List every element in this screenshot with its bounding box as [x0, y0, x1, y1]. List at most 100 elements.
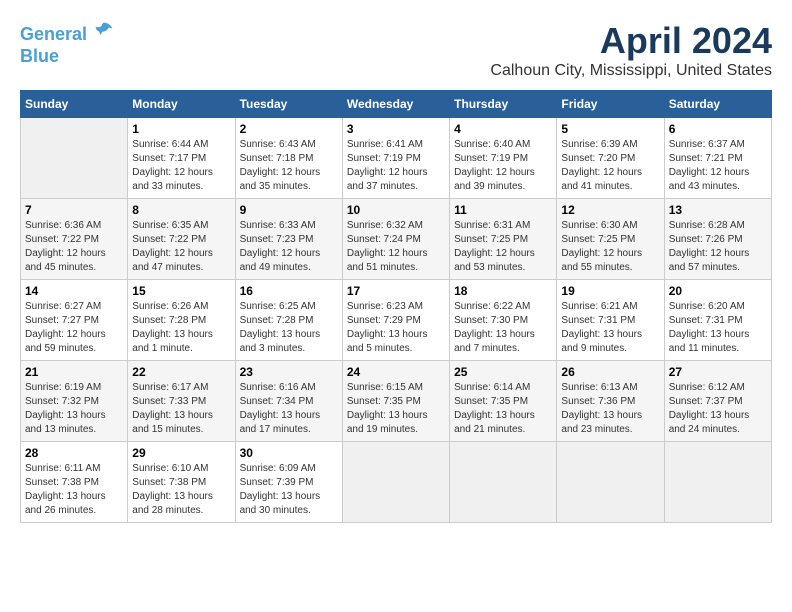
- day-info: Sunrise: 6:32 AMSunset: 7:24 PMDaylight:…: [347, 219, 445, 275]
- day-number: 28: [25, 446, 123, 460]
- day-info: Sunrise: 6:31 AMSunset: 7:25 PMDaylight:…: [454, 219, 552, 275]
- calendar-day-cell: [450, 442, 557, 523]
- day-info: Sunrise: 6:22 AMSunset: 7:30 PMDaylight:…: [454, 300, 552, 356]
- calendar-week-row: 14 Sunrise: 6:27 AMSunset: 7:27 PMDayligh…: [21, 280, 772, 361]
- day-info: Sunrise: 6:43 AMSunset: 7:18 PMDaylight:…: [240, 138, 338, 194]
- logo-blue: Blue: [20, 46, 114, 67]
- day-info: Sunrise: 6:26 AMSunset: 7:28 PMDaylight:…: [132, 300, 230, 356]
- day-info: Sunrise: 6:13 AMSunset: 7:36 PMDaylight:…: [561, 381, 659, 437]
- calendar-day-cell: 8 Sunrise: 6:35 AMSunset: 7:22 PMDaylight…: [128, 199, 235, 280]
- day-info: Sunrise: 6:37 AMSunset: 7:21 PMDaylight:…: [669, 138, 767, 194]
- day-info: Sunrise: 6:09 AMSunset: 7:39 PMDaylight:…: [240, 462, 338, 518]
- day-number: 30: [240, 446, 338, 460]
- calendar-table: SundayMondayTuesdayWednesdayThursdayFrid…: [20, 90, 772, 523]
- page-subtitle: Calhoun City, Mississippi, United States: [490, 62, 772, 80]
- calendar-day-cell: 21Sunrise: 6:19 AMSunset: 7:32 PMDayligh…: [21, 361, 128, 442]
- calendar-day-cell: 16Sunrise: 6:25 AMSunset: 7:28 PMDayligh…: [235, 280, 342, 361]
- logo: General Blue: [20, 20, 114, 67]
- day-info: Sunrise: 6:35 AMSunset: 7:22 PMDaylight:…: [132, 219, 230, 275]
- day-header-wednesday: Wednesday: [342, 91, 449, 118]
- day-number: 17: [347, 284, 445, 298]
- calendar-day-cell: 25 Sunrise: 6:14 AMSunset: 7:35 PMDayligh…: [450, 361, 557, 442]
- day-info: Sunrise: 6:15 AMSunset: 7:35 PMDaylight:…: [347, 381, 445, 437]
- day-number: 3: [347, 122, 445, 136]
- day-number: 12: [561, 203, 659, 217]
- day-number: 15: [132, 284, 230, 298]
- day-number: 14: [25, 284, 123, 298]
- day-info: Sunrise: 6:41 AMSunset: 7:19 PMDaylight:…: [347, 138, 445, 194]
- day-info: Sunrise: 6:40 AMSunset: 7:19 PMDaylight:…: [454, 138, 552, 194]
- calendar-day-cell: 2Sunrise: 6:43 AMSunset: 7:18 PMDaylight…: [235, 118, 342, 199]
- day-info: Sunrise: 6:16 AMSunset: 7:34 PMDaylight:…: [240, 381, 338, 437]
- calendar-day-cell: 10 Sunrise: 6:32 AMSunset: 7:24 PMDayligh…: [342, 199, 449, 280]
- day-number: 29: [132, 446, 230, 460]
- day-number: 10: [347, 203, 445, 217]
- day-number: 24: [347, 365, 445, 379]
- day-number: 4: [454, 122, 552, 136]
- day-header-sunday: Sunday: [21, 91, 128, 118]
- day-number: 20: [669, 284, 767, 298]
- day-info: Sunrise: 6:17 AMSunset: 7:33 PMDaylight:…: [132, 381, 230, 437]
- logo-bird-icon: [94, 20, 114, 40]
- calendar-day-cell: 9 Sunrise: 6:33 AMSunset: 7:23 PMDaylight…: [235, 199, 342, 280]
- day-number: 6: [669, 122, 767, 136]
- title-area: April 2024 Calhoun City, Mississippi, Un…: [490, 20, 772, 80]
- day-info: Sunrise: 6:44 AMSunset: 7:17 PMDaylight:…: [132, 138, 230, 194]
- day-number: 8: [132, 203, 230, 217]
- day-info: Sunrise: 6:36 AMSunset: 7:22 PMDaylight:…: [25, 219, 123, 275]
- day-info: Sunrise: 6:30 AMSunset: 7:25 PMDaylight:…: [561, 219, 659, 275]
- calendar-day-cell: 26 Sunrise: 6:13 AMSunset: 7:36 PMDayligh…: [557, 361, 664, 442]
- calendar-day-cell: 6 Sunrise: 6:37 AMSunset: 7:21 PMDaylight…: [664, 118, 771, 199]
- day-number: 18: [454, 284, 552, 298]
- day-header-thursday: Thursday: [450, 91, 557, 118]
- calendar-day-cell: 7 Sunrise: 6:36 AMSunset: 7:22 PMDaylight…: [21, 199, 128, 280]
- logo-text: General: [20, 20, 114, 46]
- calendar-day-cell: 4 Sunrise: 6:40 AMSunset: 7:19 PMDaylight…: [450, 118, 557, 199]
- calendar-day-cell: 22 Sunrise: 6:17 AMSunset: 7:33 PMDayligh…: [128, 361, 235, 442]
- day-info: Sunrise: 6:11 AMSunset: 7:38 PMDaylight:…: [25, 462, 123, 518]
- calendar-day-cell: 30 Sunrise: 6:09 AMSunset: 7:39 PMDayligh…: [235, 442, 342, 523]
- calendar-day-cell: 17Sunrise: 6:23 AMSunset: 7:29 PMDayligh…: [342, 280, 449, 361]
- day-info: Sunrise: 6:14 AMSunset: 7:35 PMDaylight:…: [454, 381, 552, 437]
- day-info: Sunrise: 6:27 AMSunset: 7:27 PMDaylight:…: [25, 300, 123, 356]
- day-number: 19: [561, 284, 659, 298]
- calendar-day-cell: 29Sunrise: 6:10 AMSunset: 7:38 PMDayligh…: [128, 442, 235, 523]
- calendar-day-cell: 27 Sunrise: 6:12 AMSunset: 7:37 PMDayligh…: [664, 361, 771, 442]
- header-row: SundayMondayTuesdayWednesdayThursdayFrid…: [21, 91, 772, 118]
- calendar-day-cell: 14 Sunrise: 6:27 AMSunset: 7:27 PMDayligh…: [21, 280, 128, 361]
- calendar-day-cell: [342, 442, 449, 523]
- day-header-friday: Friday: [557, 91, 664, 118]
- calendar-day-cell: 18 Sunrise: 6:22 AMSunset: 7:30 PMDayligh…: [450, 280, 557, 361]
- day-number: 25: [454, 365, 552, 379]
- day-info: Sunrise: 6:20 AMSunset: 7:31 PMDaylight:…: [669, 300, 767, 356]
- calendar-day-cell: 3 Sunrise: 6:41 AMSunset: 7:19 PMDaylight…: [342, 118, 449, 199]
- calendar-day-cell: 11 Sunrise: 6:31 AMSunset: 7:25 PMDayligh…: [450, 199, 557, 280]
- calendar-day-cell: 23Sunrise: 6:16 AMSunset: 7:34 PMDayligh…: [235, 361, 342, 442]
- day-number: 22: [132, 365, 230, 379]
- header: General Blue April 2024 Calhoun City, Mi…: [20, 20, 772, 80]
- day-number: 1: [132, 122, 230, 136]
- day-number: 13: [669, 203, 767, 217]
- calendar-day-cell: 28 Sunrise: 6:11 AMSunset: 7:38 PMDayligh…: [21, 442, 128, 523]
- calendar-day-cell: [664, 442, 771, 523]
- day-info: Sunrise: 6:33 AMSunset: 7:23 PMDaylight:…: [240, 219, 338, 275]
- day-number: 11: [454, 203, 552, 217]
- calendar-day-cell: 20 Sunrise: 6:20 AMSunset: 7:31 PMDayligh…: [664, 280, 771, 361]
- day-header-saturday: Saturday: [664, 91, 771, 118]
- day-info: Sunrise: 6:39 AMSunset: 7:20 PMDaylight:…: [561, 138, 659, 194]
- day-number: 7: [25, 203, 123, 217]
- day-number: 27: [669, 365, 767, 379]
- calendar-day-cell: 19Sunrise: 6:21 AMSunset: 7:31 PMDayligh…: [557, 280, 664, 361]
- calendar-day-cell: 15 Sunrise: 6:26 AMSunset: 7:28 PMDayligh…: [128, 280, 235, 361]
- calendar-day-cell: [21, 118, 128, 199]
- calendar-week-row: 21Sunrise: 6:19 AMSunset: 7:32 PMDayligh…: [21, 361, 772, 442]
- page-title: April 2024: [490, 20, 772, 62]
- day-info: Sunrise: 6:12 AMSunset: 7:37 PMDaylight:…: [669, 381, 767, 437]
- day-number: 26: [561, 365, 659, 379]
- calendar-day-cell: 24 Sunrise: 6:15 AMSunset: 7:35 PMDayligh…: [342, 361, 449, 442]
- day-number: 9: [240, 203, 338, 217]
- calendar-week-row: 28 Sunrise: 6:11 AMSunset: 7:38 PMDayligh…: [21, 442, 772, 523]
- calendar-day-cell: 5 Sunrise: 6:39 AMSunset: 7:20 PMDaylight…: [557, 118, 664, 199]
- day-number: 5: [561, 122, 659, 136]
- day-info: Sunrise: 6:28 AMSunset: 7:26 PMDaylight:…: [669, 219, 767, 275]
